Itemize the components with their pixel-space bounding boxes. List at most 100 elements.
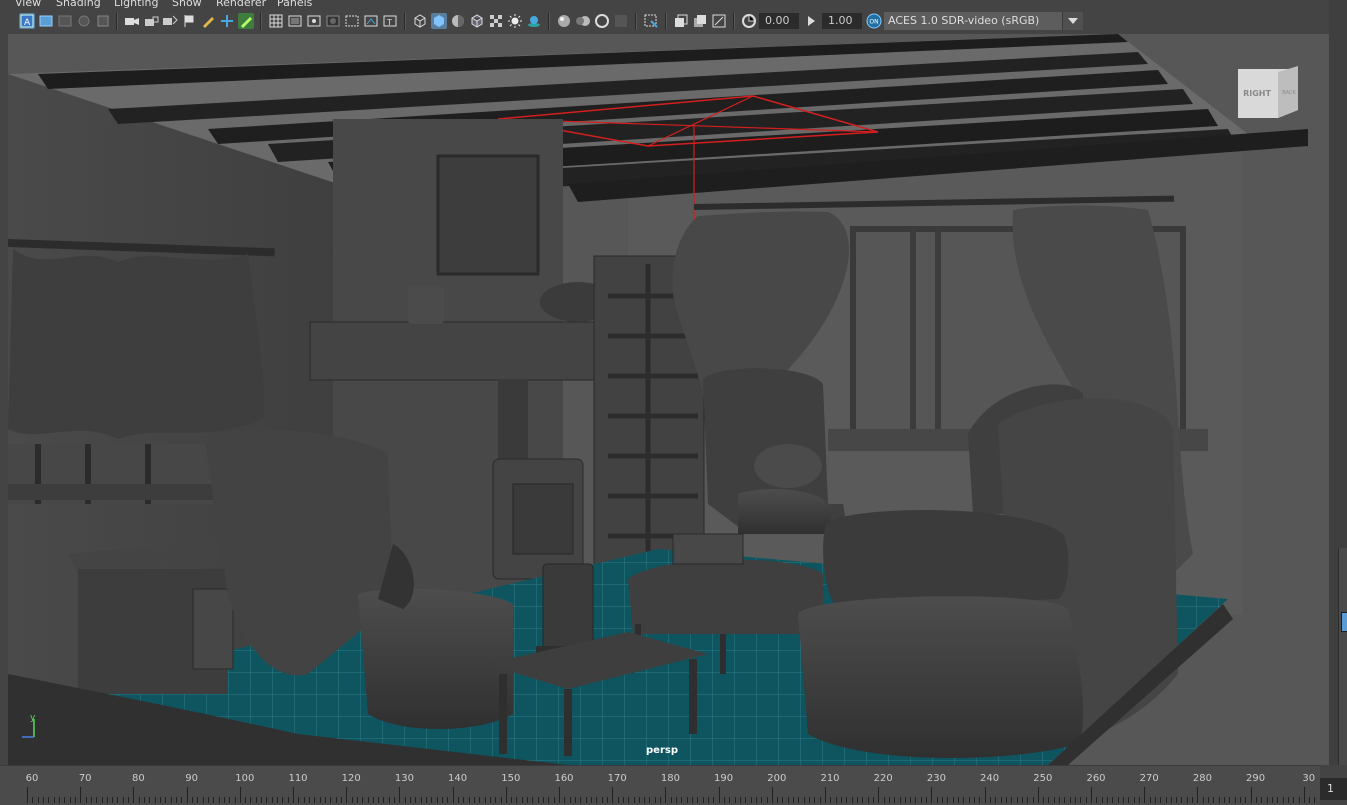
color-management-toggle[interactable]: ON xyxy=(865,13,883,29)
gamma-field[interactable]: 1.00 xyxy=(822,13,862,29)
time-slider-tick xyxy=(846,797,848,803)
time-slider-label: 240 xyxy=(980,773,1000,784)
depth-of-field-icon[interactable] xyxy=(613,13,629,29)
time-slider-tick xyxy=(112,797,114,803)
view-cube-right-label[interactable]: RIGHT xyxy=(1243,89,1271,98)
time-slider-tick xyxy=(160,797,161,803)
view-cube-back-label[interactable]: BACK xyxy=(1282,90,1296,96)
time-slider-tick xyxy=(340,797,342,803)
3d-viewport[interactable]: RIGHT BACK y persp xyxy=(8,34,1329,765)
camera-icon[interactable] xyxy=(124,13,140,29)
time-slider-tick xyxy=(612,787,614,803)
picture-frame[interactable] xyxy=(436,154,540,276)
grease-pencil-icon[interactable] xyxy=(200,13,216,29)
time-slider[interactable]: 60 70 80 90 100 110 120 130 140 150 160 170 180 190 20… xyxy=(0,765,1320,805)
2d-pan-zoom-icon[interactable] xyxy=(95,13,111,29)
select-camera-icon[interactable]: A xyxy=(19,13,35,29)
xray-joints-icon[interactable] xyxy=(711,13,727,29)
camera-attributes-icon[interactable] xyxy=(38,13,54,29)
side-tab[interactable] xyxy=(1341,612,1347,632)
motion-blur-icon[interactable] xyxy=(575,13,591,29)
time-slider-tick xyxy=(207,797,209,803)
time-slider-tick xyxy=(1032,797,1034,803)
time-slider-tick xyxy=(771,787,773,803)
menu-shading[interactable]: Shading xyxy=(56,0,101,9)
wireframe-on-shaded-icon[interactable] xyxy=(469,13,485,29)
menu-show[interactable]: Show xyxy=(172,0,202,9)
bookmarks-icon[interactable] xyxy=(57,13,73,29)
field-chart-icon[interactable] xyxy=(344,13,360,29)
time-slider-label: 190 xyxy=(714,773,734,784)
time-slider-tick xyxy=(239,787,241,803)
screen-space-ao-icon[interactable] xyxy=(556,13,572,29)
time-slider-label: 90 xyxy=(185,773,198,784)
time-slider-tick xyxy=(1053,797,1055,803)
isolate-select-icon[interactable] xyxy=(643,13,659,29)
time-slider-tick xyxy=(255,797,257,803)
mantel-vase[interactable] xyxy=(408,286,444,324)
wireframe-icon[interactable] xyxy=(412,13,428,29)
time-slider-tick xyxy=(229,797,231,803)
resolution-gate-icon[interactable] xyxy=(306,13,322,29)
menu-panels[interactable]: Panels xyxy=(277,0,312,9)
menu-renderer[interactable]: Renderer xyxy=(216,0,266,9)
time-slider-tick xyxy=(181,797,183,803)
gamma-icon[interactable] xyxy=(804,13,820,29)
camera-tracking-icon[interactable] xyxy=(162,13,178,29)
time-slider-tick xyxy=(1245,797,1247,803)
channel-box-edge xyxy=(1338,548,1347,765)
use-all-lights-icon[interactable] xyxy=(507,13,523,29)
time-slider-tick xyxy=(989,797,991,803)
camera-name-label: persp xyxy=(646,745,678,756)
chevron-down-icon[interactable] xyxy=(1062,12,1083,30)
time-slider-tick xyxy=(1043,797,1045,803)
pan-zoom-icon[interactable] xyxy=(219,13,235,29)
time-slider-tick xyxy=(532,797,534,803)
exposure-icon[interactable] xyxy=(741,13,757,29)
left-curtain[interactable] xyxy=(8,249,265,439)
time-slider-tick xyxy=(856,797,858,803)
bookmark-flag-icon[interactable] xyxy=(181,13,197,29)
time-slider-tick xyxy=(85,797,87,803)
time-slider-label: 30 xyxy=(1302,773,1316,784)
current-frame-field[interactable]: 1 xyxy=(1320,778,1347,800)
time-slider-tick xyxy=(309,797,310,803)
time-slider-tick xyxy=(708,797,709,803)
time-slider-tick xyxy=(197,797,199,803)
menu-view[interactable]: View xyxy=(15,0,41,9)
lock-camera-icon[interactable] xyxy=(143,13,159,29)
image-plane-icon[interactable] xyxy=(76,13,92,29)
view-transform-dropdown[interactable]: ACES 1.0 SDR-video (sRGB) xyxy=(884,12,1083,30)
time-slider-tick xyxy=(995,797,997,803)
time-slider-tick xyxy=(356,797,358,803)
gate-mask-icon[interactable] xyxy=(325,13,341,29)
anti-aliasing-icon[interactable] xyxy=(594,13,610,29)
svg-text:A: A xyxy=(24,18,31,28)
shadows-icon[interactable] xyxy=(526,13,542,29)
safe-title-icon[interactable]: T xyxy=(382,13,398,29)
film-gate-icon[interactable] xyxy=(287,13,303,29)
time-slider-tick xyxy=(723,797,725,803)
grease-pencil-active-icon[interactable] xyxy=(238,13,254,29)
time-slider-tick xyxy=(894,797,896,803)
exposure-field[interactable]: 0.00 xyxy=(759,13,799,29)
xray-icon[interactable] xyxy=(673,13,689,29)
time-slider-tick xyxy=(144,797,145,803)
menu-lighting[interactable]: Lighting xyxy=(114,0,158,9)
time-slider-label: 70 xyxy=(78,773,92,784)
view-cube[interactable]: RIGHT BACK xyxy=(1238,66,1298,118)
smooth-shade-icon[interactable] xyxy=(431,13,447,29)
mantel[interactable] xyxy=(309,321,641,381)
time-slider-tick xyxy=(1165,797,1167,803)
time-slider-tick xyxy=(1186,797,1188,803)
time-slider-tick xyxy=(590,797,592,803)
default-material-icon[interactable] xyxy=(450,13,466,29)
safe-action-icon[interactable] xyxy=(363,13,379,29)
time-slider-tick xyxy=(176,797,177,803)
textured-icon[interactable] xyxy=(488,13,504,29)
grid-icon[interactable] xyxy=(268,13,284,29)
time-slider-tick xyxy=(915,797,917,803)
time-slider-tick xyxy=(1202,797,1204,803)
time-slider-tick xyxy=(958,797,959,803)
xray-active-components-icon[interactable] xyxy=(692,13,708,29)
